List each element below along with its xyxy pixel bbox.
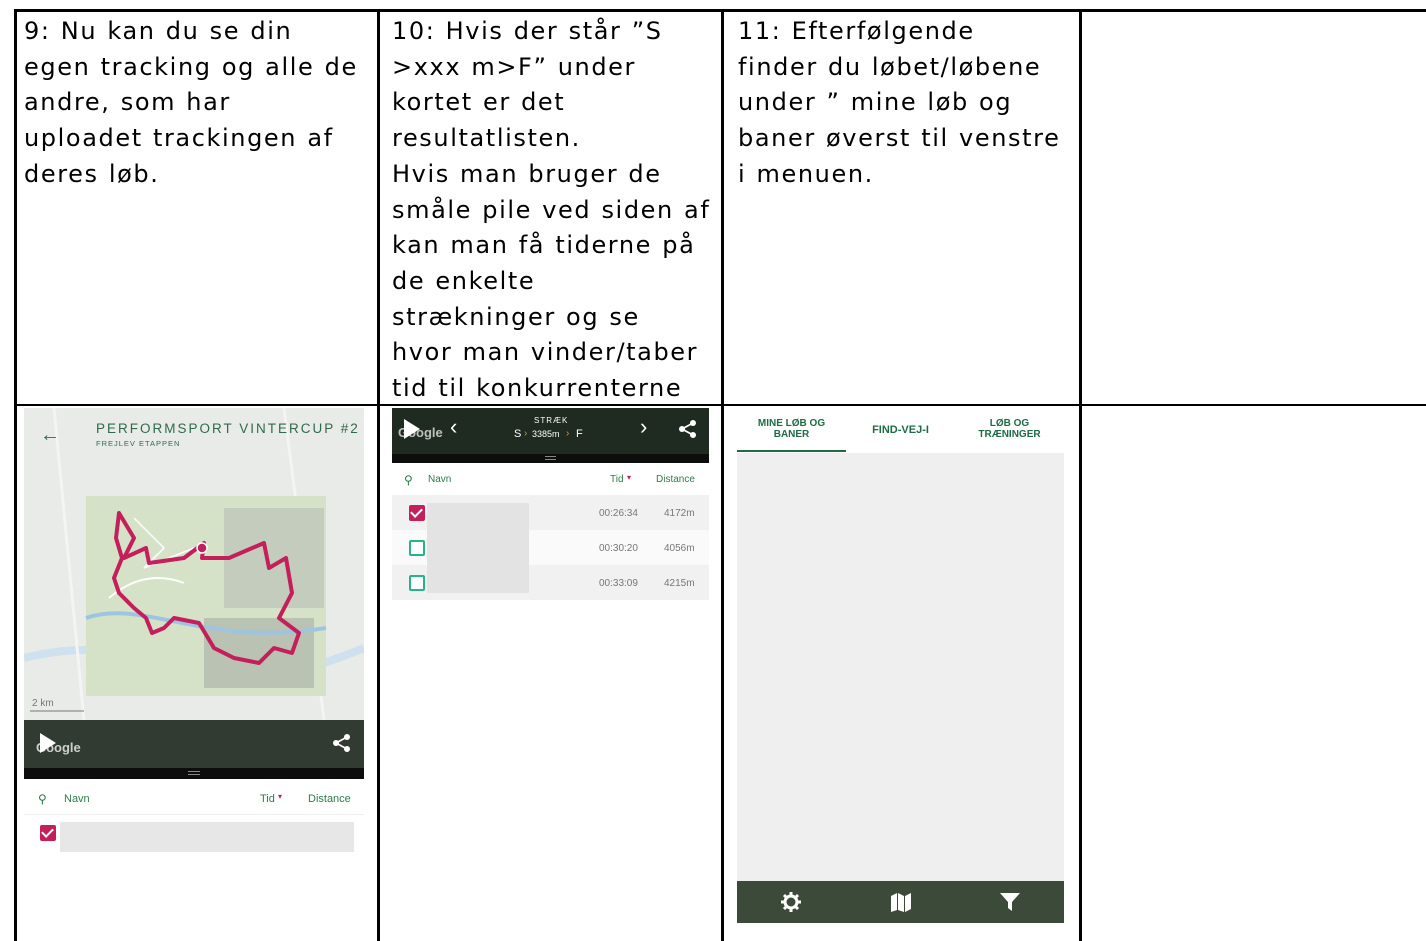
step-9-text: 9: Nu kan du se din egen tracking og all… xyxy=(24,14,358,193)
phone-screenshot-menu: MINE LØB OG BANER FIND-VEJ-I LØB OG TRÆN… xyxy=(737,408,1064,923)
text-line: strækninger og se xyxy=(392,302,640,331)
column-time[interactable]: Tid xyxy=(260,793,275,805)
strak-separator-icon: › xyxy=(524,428,528,439)
runner-checkbox[interactable] xyxy=(40,825,56,841)
column-distance[interactable]: Distance xyxy=(308,793,351,805)
search-icon[interactable]: ⚲ xyxy=(404,473,413,487)
tab-label: BANER xyxy=(773,429,810,440)
text-line: >xxx m>F” under xyxy=(392,52,636,81)
text-line: resultatlisten. xyxy=(392,124,581,153)
tab-label: TRÆNINGER xyxy=(978,429,1041,440)
share-icon[interactable] xyxy=(678,419,698,439)
result-distance: 4215m xyxy=(664,578,695,589)
map-icon[interactable] xyxy=(889,891,913,913)
table-row-divider xyxy=(14,404,1426,406)
strak-finish: F xyxy=(576,428,583,440)
result-distance: 4172m xyxy=(664,508,695,519)
table-col-divider-2 xyxy=(721,9,724,941)
text-line: kan man få tiderne på xyxy=(392,231,696,260)
step-11-text: 11: Efterfølgende finder du løbet/løbene… xyxy=(738,14,1060,193)
map-canvas xyxy=(24,408,364,720)
tab-find-vej-i[interactable]: FIND-VEJ-I xyxy=(846,425,955,436)
text-line: småle pile ved siden af xyxy=(392,195,711,224)
text-line: finder du løbet/løbene xyxy=(738,52,1042,81)
back-arrow-icon[interactable]: ← xyxy=(40,424,60,447)
map-view[interactable]: ← PERFORMSPORT VINTERCUP #2 FREJLEV ETAP… xyxy=(24,408,364,720)
strak-start: S xyxy=(514,428,522,440)
table-top-border xyxy=(14,9,1426,12)
text-line: baner øverst til venstre xyxy=(738,124,1061,153)
filter-icon[interactable] xyxy=(999,891,1021,913)
strak-label: STRÆK xyxy=(534,416,569,425)
table-col-divider-3 xyxy=(1079,9,1082,941)
next-leg-arrow-icon[interactable]: › xyxy=(640,414,647,440)
prev-leg-arrow-icon[interactable]: ‹ xyxy=(450,414,457,440)
active-tab-indicator xyxy=(737,450,846,452)
column-name[interactable]: Navn xyxy=(428,474,451,485)
map-scale-label: 2 km xyxy=(32,698,54,709)
text-line: egen tracking og alle de xyxy=(24,52,358,81)
tab-label: MINE LØB OG xyxy=(757,418,826,429)
tab-mine-lob-og-baner[interactable]: MINE LØB OG BANER xyxy=(737,418,846,440)
gear-icon[interactable] xyxy=(780,891,802,913)
google-logo: Google xyxy=(36,740,81,755)
text-line: uploadet trackingen af xyxy=(24,124,334,153)
result-time: 00:33:09 xyxy=(599,578,638,589)
column-name[interactable]: Navn xyxy=(64,793,90,805)
share-icon[interactable] xyxy=(332,733,352,753)
table-left-border xyxy=(14,9,17,941)
result-distance: 4056m xyxy=(664,543,695,554)
drag-handle-bar[interactable] xyxy=(24,768,364,779)
table-col-divider-1 xyxy=(377,9,380,941)
tab-label: FIND-VEJ-I xyxy=(872,424,929,436)
tab-label: LØB OG xyxy=(989,418,1030,429)
text-line: 11: Efterfølgende xyxy=(738,17,975,45)
google-logo: Google xyxy=(398,425,443,440)
search-icon[interactable]: ⚲ xyxy=(38,792,47,806)
text-line: hvor man vinder/taber xyxy=(392,338,699,367)
text-line: Hvis man bruger de xyxy=(392,159,662,188)
sort-indicator: ▾ xyxy=(627,473,632,482)
divider xyxy=(24,814,364,815)
sort-indicator: ▾ xyxy=(278,792,283,801)
text-line: tid til konkurrenterne xyxy=(392,374,683,403)
runner-names-redacted xyxy=(427,503,529,593)
result-time: 00:30:20 xyxy=(599,543,638,554)
column-distance[interactable]: Distance xyxy=(656,474,695,485)
step-10-text: 10: Hvis der står ”S >xxx m>F” under kor… xyxy=(392,14,710,407)
text-line: i menuen. xyxy=(738,159,874,188)
event-title: PERFORMSPORT VINTERCUP #2 xyxy=(96,421,360,436)
strak-distance: 3385m xyxy=(532,429,560,439)
runner-name-redacted xyxy=(60,822,354,852)
tab-lob-og-traeninger[interactable]: LØB OG TRÆNINGER xyxy=(955,418,1064,440)
text-line: kortet er det xyxy=(392,88,566,117)
text-line: 9: Nu kan du se din xyxy=(24,17,293,45)
text-line: under ” mine løb og xyxy=(738,88,1013,117)
text-line: 10: Hvis der står ”S xyxy=(392,17,663,45)
event-subtitle: FREJLEV ETAPPEN xyxy=(96,439,181,448)
column-time[interactable]: Tid xyxy=(610,474,624,485)
text-line: andre, som har xyxy=(24,88,231,117)
result-row-checkbox[interactable] xyxy=(409,540,425,556)
strak-separator-icon: › xyxy=(566,428,570,439)
text-line: de enkelte xyxy=(392,266,536,295)
phone-screenshot-results: Google ‹ STRÆK S › 3385m › F › ⚲ Navn Ti… xyxy=(392,408,709,941)
phone-screenshot-map: ← PERFORMSPORT VINTERCUP #2 FREJLEV ETAP… xyxy=(24,408,364,941)
text-line: deres løb. xyxy=(24,159,160,188)
result-row-checkbox[interactable] xyxy=(409,505,425,521)
result-time: 00:26:34 xyxy=(599,508,638,519)
drag-handle-bar[interactable] xyxy=(392,454,709,463)
result-row-checkbox[interactable] xyxy=(409,575,425,591)
